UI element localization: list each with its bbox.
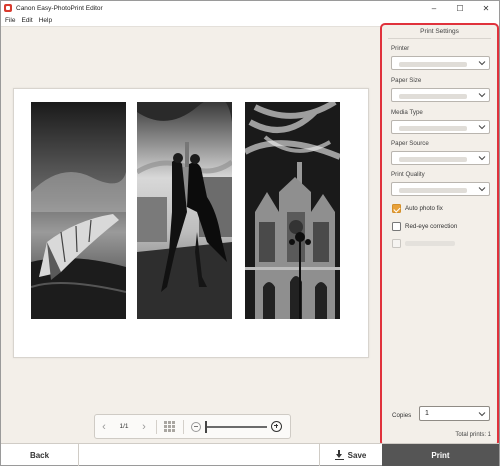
- print-button[interactable]: Print: [382, 444, 499, 466]
- copies-dropdown[interactable]: 1: [419, 406, 490, 421]
- page-indicator: 1/1: [119, 423, 129, 430]
- app-logo-icon: [4, 4, 12, 12]
- print-quality-dropdown[interactable]: [391, 182, 490, 196]
- next-page-button[interactable]: ›: [135, 418, 153, 436]
- paper-source-value: [399, 156, 467, 162]
- auto-photo-fix-row[interactable]: Auto photo fix: [392, 204, 443, 213]
- print-quality-label: Print Quality: [391, 171, 425, 178]
- minimize-icon[interactable]: –: [421, 1, 447, 15]
- dancers-image: [137, 102, 232, 319]
- zoom-slider-handle[interactable]: [205, 420, 207, 433]
- menu-edit[interactable]: Edit: [21, 17, 32, 24]
- chevron-down-icon: [478, 187, 486, 192]
- paper-preview: [13, 88, 369, 358]
- zoom-in-icon[interactable]: [271, 421, 282, 432]
- app-window: Canon Easy-PhotoPrint Editor – ☐ ✕ File …: [0, 0, 500, 466]
- chevron-down-icon: [478, 61, 486, 66]
- chevron-down-icon: [478, 93, 486, 98]
- photo-dancers[interactable]: [137, 102, 232, 319]
- photo-boat[interactable]: [31, 102, 126, 319]
- menu-help[interactable]: Help: [39, 17, 52, 24]
- save-button[interactable]: Save: [319, 444, 381, 466]
- page-navigator: ‹ 1/1 ›: [94, 414, 291, 439]
- save-label: Save: [347, 450, 367, 460]
- maximize-icon[interactable]: ☐: [447, 1, 473, 15]
- chevron-down-icon: [478, 412, 486, 417]
- paper-size-dropdown[interactable]: [391, 88, 490, 102]
- media-type-value: [399, 125, 467, 131]
- nav-divider: [156, 419, 157, 434]
- paper-source-label: Paper Source: [391, 140, 429, 147]
- borderless-row: [392, 239, 455, 248]
- copies-value: 1: [425, 410, 429, 417]
- download-icon: [334, 450, 344, 460]
- copies-label: Copies: [392, 412, 412, 419]
- cathedral-image: [245, 102, 340, 319]
- preview-area: ‹ 1/1 ›: [1, 28, 379, 443]
- red-eye-row[interactable]: Red-eye correction: [392, 222, 457, 231]
- boat-image: [31, 102, 126, 319]
- window-title: Canon Easy-PhotoPrint Editor: [16, 4, 103, 12]
- close-icon[interactable]: ✕: [473, 1, 499, 15]
- thumbnail-grid-icon[interactable]: [164, 420, 176, 433]
- total-prints: Total prints: 1: [455, 432, 491, 438]
- zoom-out-icon[interactable]: [191, 421, 201, 432]
- media-type-dropdown[interactable]: [391, 120, 490, 134]
- auto-photo-fix-checkbox[interactable]: [392, 204, 401, 213]
- print-settings-panel: Print Settings Printer Paper Size Media …: [380, 23, 499, 447]
- settings-title: Print Settings: [388, 25, 491, 39]
- paper-size-value: [399, 93, 467, 99]
- title-bar: Canon Easy-PhotoPrint Editor – ☐ ✕: [1, 1, 499, 15]
- bottom-bar: Back Save Print: [1, 443, 499, 466]
- borderless-checkbox: [392, 239, 401, 248]
- media-type-label: Media Type: [391, 109, 423, 116]
- print-quality-value: [399, 187, 467, 193]
- paper-size-label: Paper Size: [391, 77, 422, 84]
- red-eye-checkbox[interactable]: [392, 222, 401, 231]
- nav-divider: [183, 419, 184, 434]
- auto-photo-fix-label: Auto photo fix: [405, 205, 443, 212]
- photo-cathedral[interactable]: [245, 102, 340, 319]
- printer-value: [399, 61, 467, 67]
- window-controls: – ☐ ✕: [421, 1, 499, 15]
- chevron-down-icon: [478, 156, 486, 161]
- prev-page-button[interactable]: ‹: [95, 418, 113, 436]
- menu-file[interactable]: File: [5, 17, 15, 24]
- borderless-label: [405, 240, 455, 247]
- zoom-slider[interactable]: [205, 420, 267, 433]
- printer-dropdown[interactable]: [391, 56, 490, 70]
- back-button[interactable]: Back: [1, 444, 79, 466]
- paper-source-dropdown[interactable]: [391, 151, 490, 165]
- printer-label: Printer: [391, 45, 410, 52]
- red-eye-label: Red-eye correction: [405, 223, 458, 230]
- chevron-down-icon: [478, 125, 486, 130]
